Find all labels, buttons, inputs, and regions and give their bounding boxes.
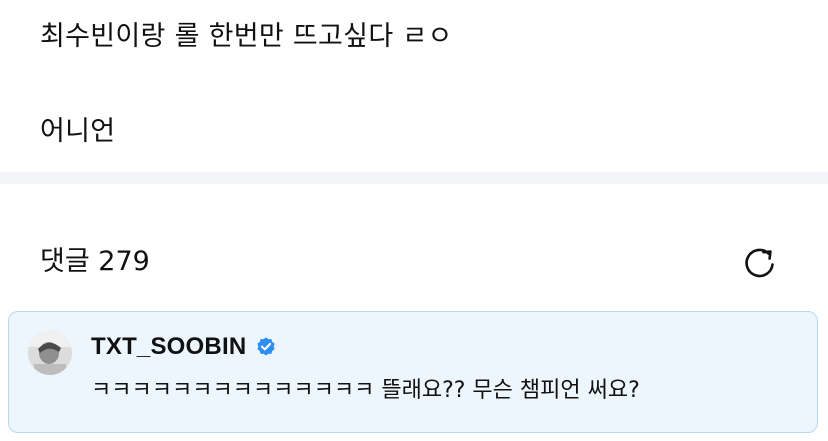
author-name[interactable]: TXT_SOOBIN xyxy=(91,333,246,361)
avatar[interactable] xyxy=(28,331,72,375)
pinned-comment[interactable]: TXT_SOOBIN ㅋㅋㅋㅋㅋㅋㅋㅋㅋㅋㅋㅋㅋㅋ 뜰래요?? 무슨 챔피언 써… xyxy=(8,311,818,433)
comments-header: 댓글 279 xyxy=(0,184,828,310)
verified-badge-icon xyxy=(255,336,277,358)
author-row: TXT_SOOBIN xyxy=(91,332,277,362)
section-divider xyxy=(0,172,828,184)
comment-count: 댓글 279 xyxy=(40,246,150,277)
avatar-image xyxy=(28,331,72,375)
refresh-button[interactable] xyxy=(738,241,782,285)
comment-text: ㅋㅋㅋㅋㅋㅋㅋㅋㅋㅋㅋㅋㅋㅋ 뜰래요?? 무슨 챔피언 써요? xyxy=(91,378,640,403)
post-text-line-2: 어니언 xyxy=(40,116,116,147)
refresh-icon xyxy=(745,248,774,278)
post-text-line-1: 최수빈이랑 롤 한번만 뜨고싶다 ㄹㅇ xyxy=(40,21,453,52)
post-body: 최수빈이랑 롤 한번만 뜨고싶다 ㄹㅇ 어니언 xyxy=(0,0,828,172)
